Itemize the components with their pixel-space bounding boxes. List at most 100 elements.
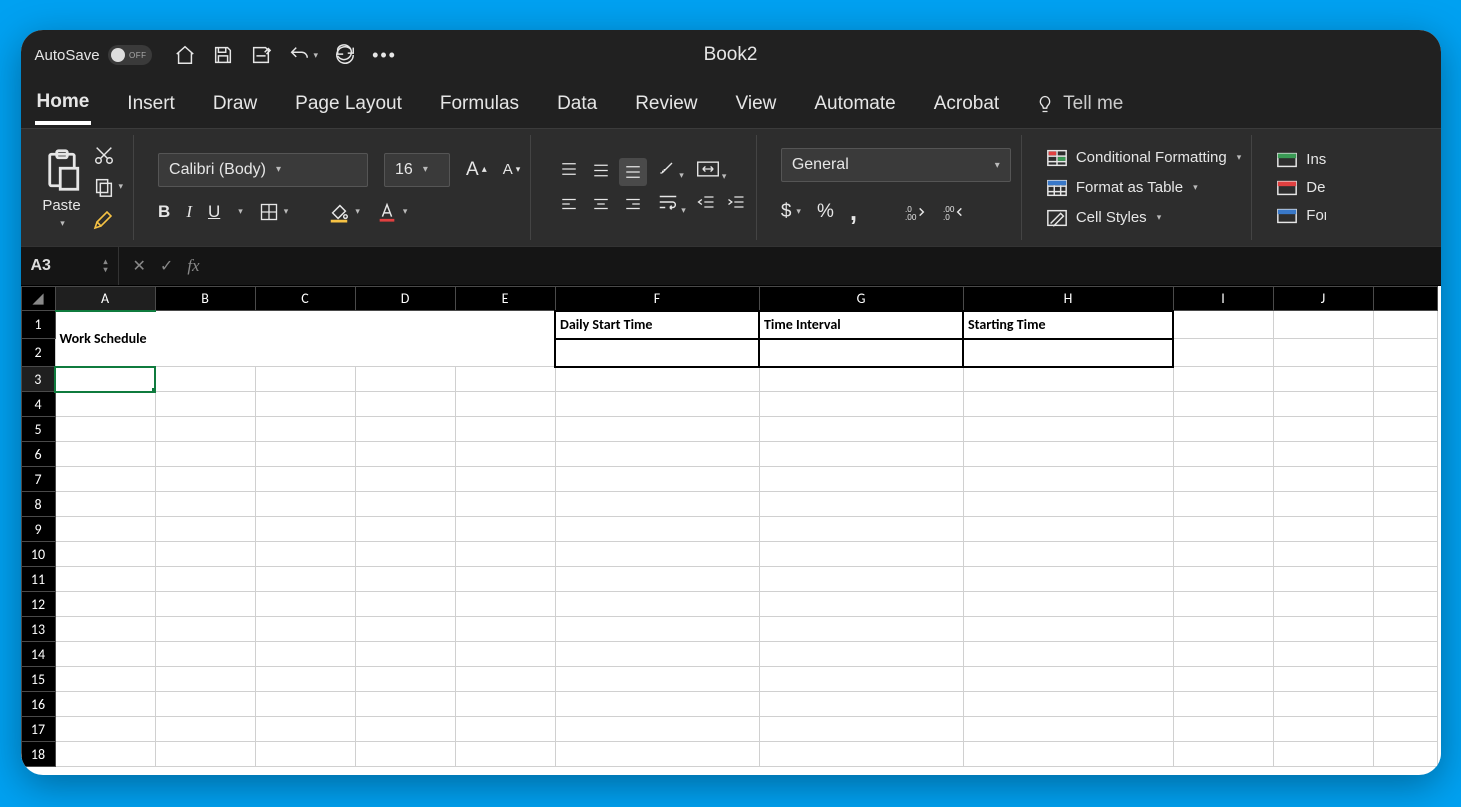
- cell-A14[interactable]: [55, 642, 155, 667]
- cell-I9[interactable]: [1173, 517, 1273, 542]
- cell-F17[interactable]: [555, 717, 759, 742]
- cell-H7[interactable]: [963, 467, 1173, 492]
- delete-cells-button[interactable]: Delete: [1276, 179, 1326, 197]
- cell-I4[interactable]: [1173, 392, 1273, 417]
- cell-D9[interactable]: [355, 517, 455, 542]
- cell-H16[interactable]: [963, 692, 1173, 717]
- cell-G5[interactable]: [759, 417, 963, 442]
- cell-B3[interactable]: [155, 367, 255, 392]
- cell-H4[interactable]: [963, 392, 1173, 417]
- cell-H1[interactable]: Starting Time: [963, 311, 1173, 339]
- cell-B7[interactable]: [155, 467, 255, 492]
- cell-I10[interactable]: [1173, 542, 1273, 567]
- row-header-5[interactable]: 5: [21, 417, 55, 442]
- cell-J5[interactable]: [1273, 417, 1373, 442]
- cell-B12[interactable]: [155, 592, 255, 617]
- cell-J4[interactable]: [1273, 392, 1373, 417]
- cell-H12[interactable]: [963, 592, 1173, 617]
- cell-E8[interactable]: [455, 492, 555, 517]
- cell-I14[interactable]: [1173, 642, 1273, 667]
- cell-H18[interactable]: [963, 742, 1173, 767]
- cell-G17[interactable]: [759, 717, 963, 742]
- cell-E17[interactable]: [455, 717, 555, 742]
- cell-J18[interactable]: [1273, 742, 1373, 767]
- cell-E11[interactable]: [455, 567, 555, 592]
- row-header-18[interactable]: 18: [21, 742, 55, 767]
- increase-indent-icon[interactable]: [726, 192, 746, 217]
- decrease-decimal-icon[interactable]: .00.0: [943, 202, 965, 222]
- cell-I6[interactable]: [1173, 442, 1273, 467]
- row-header-14[interactable]: 14: [21, 642, 55, 667]
- merged-title-cell[interactable]: Work Schedule: [55, 311, 555, 367]
- cell-I13[interactable]: [1173, 617, 1273, 642]
- cell-I17[interactable]: [1173, 717, 1273, 742]
- cell-J7[interactable]: [1273, 467, 1373, 492]
- cell-I18[interactable]: [1173, 742, 1273, 767]
- cell-F10[interactable]: [555, 542, 759, 567]
- cell-D16[interactable]: [355, 692, 455, 717]
- insert-cells-button[interactable]: Insert: [1276, 151, 1326, 169]
- chevron-down-icon[interactable]: ▾: [238, 206, 243, 217]
- cell-B14[interactable]: [155, 642, 255, 667]
- cell-C16[interactable]: [255, 692, 355, 717]
- cell-C7[interactable]: [255, 467, 355, 492]
- cell-A5[interactable]: [55, 417, 155, 442]
- cell-F16[interactable]: [555, 692, 759, 717]
- chevron-down-icon[interactable]: ▾: [314, 50, 319, 61]
- row-header-15[interactable]: 15: [21, 667, 55, 692]
- underline-button[interactable]: U: [208, 202, 220, 222]
- cell-J16[interactable]: [1273, 692, 1373, 717]
- cell-C8[interactable]: [255, 492, 355, 517]
- cell-G12[interactable]: [759, 592, 963, 617]
- cell-D10[interactable]: [355, 542, 455, 567]
- orientation-icon[interactable]: ▾: [657, 158, 684, 183]
- cell-10[interactable]: [1373, 542, 1437, 567]
- cell-C10[interactable]: [255, 542, 355, 567]
- cell-B15[interactable]: [155, 667, 255, 692]
- column-header-J[interactable]: J: [1273, 287, 1373, 311]
- save-as-icon[interactable]: [250, 44, 272, 66]
- cell-C6[interactable]: [255, 442, 355, 467]
- cell-G4[interactable]: [759, 392, 963, 417]
- cell-I12[interactable]: [1173, 592, 1273, 617]
- cell-I15[interactable]: [1173, 667, 1273, 692]
- italic-button[interactable]: I: [186, 202, 192, 222]
- cell-styles-button[interactable]: Cell Styles ▾: [1046, 208, 1161, 228]
- cell-I7[interactable]: [1173, 467, 1273, 492]
- cell-H13[interactable]: [963, 617, 1173, 642]
- bold-button[interactable]: B: [158, 202, 170, 222]
- tab-insert[interactable]: Insert: [125, 85, 177, 123]
- cell-H11[interactable]: [963, 567, 1173, 592]
- cell-H3[interactable]: [963, 367, 1173, 392]
- cell-G6[interactable]: [759, 442, 963, 467]
- tab-acrobat[interactable]: Acrobat: [932, 85, 1001, 123]
- cell-E6[interactable]: [455, 442, 555, 467]
- cell-J9[interactable]: [1273, 517, 1373, 542]
- cell-H17[interactable]: [963, 717, 1173, 742]
- cell-J13[interactable]: [1273, 617, 1373, 642]
- comma-format-button[interactable]: ,: [850, 196, 857, 227]
- conditional-formatting-button[interactable]: Conditional Formatting ▾: [1046, 148, 1241, 168]
- fx-icon[interactable]: fx: [187, 256, 199, 276]
- number-format-dropdown[interactable]: General ▾: [781, 148, 1011, 182]
- cell-G15[interactable]: [759, 667, 963, 692]
- accept-formula-icon[interactable]: ✓: [160, 256, 173, 276]
- cell-A7[interactable]: [55, 467, 155, 492]
- cell-B13[interactable]: [155, 617, 255, 642]
- column-header-G[interactable]: G: [759, 287, 963, 311]
- align-top-right-icon[interactable]: [619, 158, 647, 186]
- cell-I5[interactable]: [1173, 417, 1273, 442]
- cell-J8[interactable]: [1273, 492, 1373, 517]
- cell-J6[interactable]: [1273, 442, 1373, 467]
- cell-G8[interactable]: [759, 492, 963, 517]
- cell-F2[interactable]: [555, 339, 759, 367]
- cell-J15[interactable]: [1273, 667, 1373, 692]
- cell-I3[interactable]: [1173, 367, 1273, 392]
- name-box[interactable]: A3 ▴▾: [21, 247, 119, 285]
- cell-C3[interactable]: [255, 367, 355, 392]
- cell-G3[interactable]: [759, 367, 963, 392]
- cell-15[interactable]: [1373, 667, 1437, 692]
- cell-E18[interactable]: [455, 742, 555, 767]
- cell-14[interactable]: [1373, 642, 1437, 667]
- redo-icon[interactable]: [334, 44, 356, 66]
